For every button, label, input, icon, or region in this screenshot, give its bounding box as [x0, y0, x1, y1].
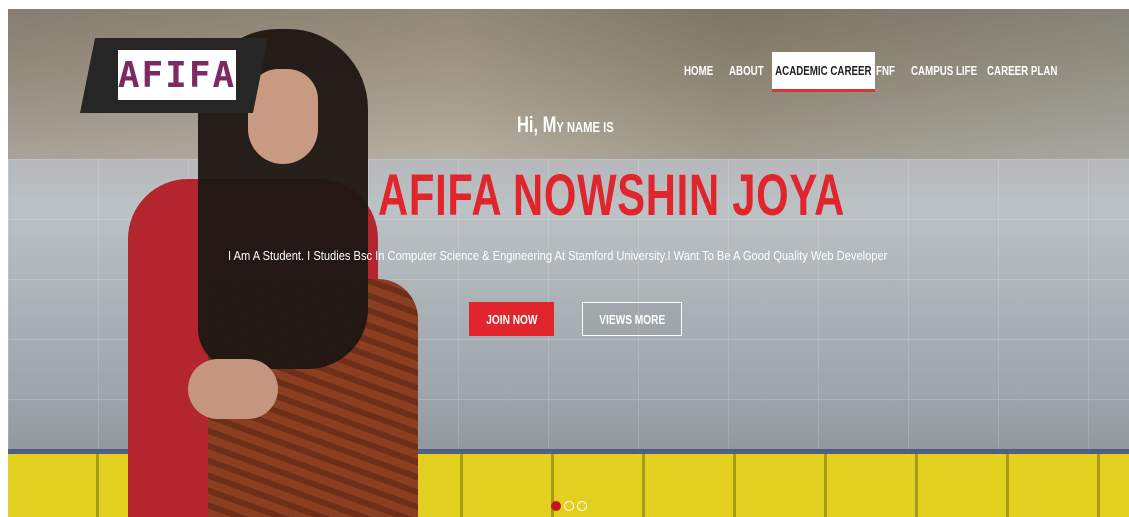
nav-campus-life[interactable]: CAMPUS LIFE	[911, 64, 977, 78]
nav-academic-career[interactable]: ACADEMIC CAREER	[772, 52, 875, 92]
slider-dot-1[interactable]	[551, 501, 561, 511]
hero-name: AFIFA NOWSHIN JOYA	[378, 163, 845, 228]
join-now-button[interactable]: JOIN NOW	[469, 302, 554, 336]
views-more-button[interactable]: VIEWS MORE	[582, 302, 682, 336]
views-more-label: VIEWS MORE	[599, 311, 665, 327]
logo-text: AFIFA	[117, 54, 237, 96]
slider-dot-3[interactable]	[577, 501, 587, 511]
hero-greeting-big: Hi, M	[517, 112, 557, 137]
hero-description: I Am A Student. I Studies Bsc In Compute…	[228, 249, 888, 263]
slider-indicators	[551, 501, 587, 511]
site-logo[interactable]: AFIFA	[118, 50, 236, 100]
nav-home[interactable]: HOME	[684, 64, 713, 78]
join-now-label: JOIN NOW	[485, 311, 538, 327]
hero-greeting-rest: y name is	[556, 119, 614, 136]
hero-greeting: Hi, My name is	[517, 112, 614, 138]
slider-dot-2[interactable]	[564, 501, 574, 511]
nav-about[interactable]: ABOUT	[729, 64, 764, 78]
nav-fnf[interactable]: FNF	[876, 64, 895, 78]
nav-career-plan[interactable]: CAREER PLAN	[987, 64, 1057, 78]
